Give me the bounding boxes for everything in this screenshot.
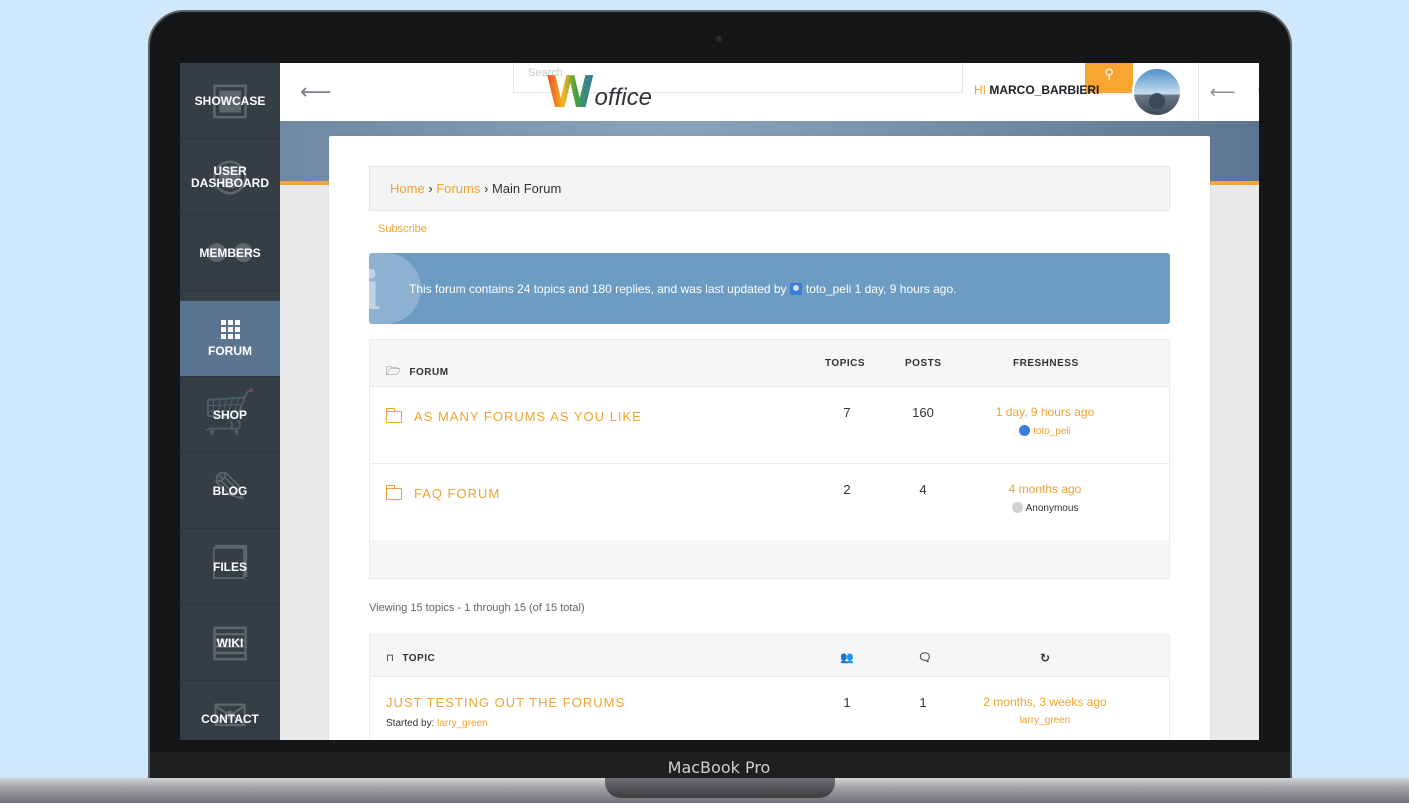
logo[interactable]: W office xyxy=(546,69,652,115)
user-greeting: HI MARCO_BARBIERI! xyxy=(974,83,1103,97)
user-icon xyxy=(1019,425,1031,436)
search-icon[interactable]: ⚲ xyxy=(1257,80,1259,105)
sidebar-item-wiki[interactable]: ▤ WIKI xyxy=(180,605,280,681)
freshness-user: Anonymous xyxy=(980,502,1110,514)
info-text-before: This forum contains 24 topics and 180 re… xyxy=(409,282,787,296)
voices-count: 1 xyxy=(843,695,851,710)
breadcrumb-home[interactable]: Home xyxy=(390,181,425,196)
avatar[interactable] xyxy=(1132,67,1182,117)
sidebar-item-user-dashboard[interactable]: ◉ USER DASHBOARD xyxy=(180,139,280,215)
breadcrumb-current: Main Forum xyxy=(491,181,562,196)
sidebar-item-label: SHOWCASE xyxy=(194,93,266,108)
forum-link[interactable]: FAQ FORUM xyxy=(385,484,500,501)
screen: ▣ SHOWCASE ◉ USER DASHBOARD ●● MEMBERS F… xyxy=(180,63,1259,740)
logo-letter: W xyxy=(546,67,595,118)
greeting-prefix: HI xyxy=(974,83,986,97)
table-row: AS MANY FORUMS AS YOU LIKE 7 160 1 day, … xyxy=(370,386,1169,463)
search-icon: ⚲ xyxy=(1104,66,1114,81)
posts-count: 160 xyxy=(912,405,934,420)
content-card: Home › Forums › Main Forum Subscribe i T… xyxy=(329,136,1210,740)
sidebar-item-label: FORUM xyxy=(208,344,252,358)
sidebar-item-label: FILES xyxy=(212,559,247,574)
topic-table: ⊓ TOPIC 👥 🗨 ↻ JUST TESTING OUT THE FORUMS… xyxy=(369,634,1170,740)
sidebar-item-label: BLOG xyxy=(212,483,248,498)
freshness: 2 months, 3 weeks ago larry_green xyxy=(970,695,1120,726)
breadcrumb-forums[interactable]: Forums xyxy=(436,181,480,196)
freshness-user[interactable]: larry_green xyxy=(970,715,1120,726)
topic-link[interactable]: JUST TESTING OUT THE FORUMS xyxy=(386,695,625,710)
sidebar-item-contact[interactable]: ✉ CONTACT xyxy=(180,681,280,740)
freshness-link[interactable]: 4 months ago xyxy=(1009,482,1082,496)
freshness-link[interactable]: 2 months, 3 weeks ago xyxy=(983,695,1106,709)
sidebar-item-showcase[interactable]: ▣ SHOWCASE xyxy=(180,63,280,139)
posts-header: POSTS xyxy=(905,358,942,369)
freshness-header: FRESHNESS xyxy=(1013,358,1079,369)
bookmark-icon: ⊓ xyxy=(386,653,395,664)
sidebar-item-label: CONTACT xyxy=(201,711,259,726)
freshness: 1 day, 9 hours ago toto_peli xyxy=(980,405,1110,437)
topics-header: TOPICS xyxy=(825,358,866,369)
sidebar-item-label: USER DASHBOARD xyxy=(191,163,269,190)
laptop-notch xyxy=(605,778,835,798)
topics-count: 7 xyxy=(843,405,851,420)
arrow-left-icon[interactable]: ⟵ xyxy=(1210,82,1236,103)
breadcrumb-separator: › xyxy=(428,181,433,196)
topics-count: 2 xyxy=(843,482,851,497)
folder-icon xyxy=(385,484,402,500)
posts-count: 4 xyxy=(919,482,927,497)
breadcrumb-separator: › xyxy=(483,181,489,196)
user-icon xyxy=(789,283,802,295)
sidebar-item-members[interactable]: ●● MEMBERS xyxy=(180,215,280,291)
sidebar-item-files[interactable]: ❐ FILES xyxy=(180,529,280,605)
greeting-suffix: ! xyxy=(1099,83,1103,97)
forum-title[interactable]: FAQ FORUM xyxy=(414,486,500,501)
freshness: 4 months ago Anonymous xyxy=(980,482,1110,514)
sidebar-item-shop[interactable]: 🛒 SHOP xyxy=(180,377,280,453)
sidebar-item-label: WIKI xyxy=(216,635,244,650)
table-row: FAQ FORUM 2 4 4 months ago Anonymous xyxy=(370,463,1169,540)
info-text-after: 1 day, 9 hours ago. xyxy=(854,282,957,296)
freshness-user[interactable]: toto_peli xyxy=(980,425,1110,437)
sidebar-item-label: SHOP xyxy=(212,407,247,422)
sidebar-item-label: MEMBERS xyxy=(199,245,261,260)
arrow-left-icon[interactable]: ⟵ xyxy=(300,79,332,105)
folder-icon xyxy=(385,407,402,423)
voices-icon: 👥 xyxy=(840,652,855,664)
forum-title[interactable]: AS MANY FORUMS AS YOU LIKE xyxy=(414,409,642,424)
forum-table: 🗁 FORUM TOPICS POSTS FRESHNESS AS MANY FO… xyxy=(369,339,1170,579)
username[interactable]: MARCO_BARBIERI xyxy=(989,83,1099,97)
info-text: This forum contains 24 topics and 180 re… xyxy=(409,282,956,296)
replies-icon: 🗨 xyxy=(918,652,933,664)
refresh-icon: ↻ xyxy=(1040,651,1051,665)
header-actions: ⟵ ⚲ ▬ ♢ xyxy=(1198,63,1259,121)
user-icon xyxy=(1011,502,1023,513)
table-row: JUST TESTING OUT THE FORUMS Started by: … xyxy=(370,676,1169,740)
freshness-link[interactable]: 1 day, 9 hours ago xyxy=(996,405,1095,419)
breadcrumb: Home › Forums › Main Forum xyxy=(369,166,1170,211)
sidebar: ▣ SHOWCASE ◉ USER DASHBOARD ●● MEMBERS F… xyxy=(180,63,280,740)
logo-text: office xyxy=(594,84,652,111)
sidebar-item-blog[interactable]: ✎ BLOG xyxy=(180,453,280,529)
forum-info-notice: i This forum contains 24 topics and 180 … xyxy=(369,253,1170,324)
camera-icon xyxy=(716,36,722,42)
topic-header: ⊓ TOPIC xyxy=(386,653,436,664)
subscribe-link[interactable]: Subscribe xyxy=(378,223,427,235)
info-user-link[interactable]: toto_peli xyxy=(806,282,851,296)
forum-link[interactable]: AS MANY FORUMS AS YOU LIKE xyxy=(385,407,642,424)
pagination-count: Viewing 15 topics - 1 through 15 (of 15 … xyxy=(369,602,585,614)
started-by: Started by: larry_green xyxy=(386,718,488,729)
top-bar: ⟵ Search ⚲ W office HI MARCO_BARBIERI! ⟵… xyxy=(280,63,1259,121)
posts-count: 1 xyxy=(919,695,927,710)
author-link[interactable]: larry_green xyxy=(437,718,488,729)
sidebar-item-forum[interactable]: FORUM xyxy=(180,301,280,377)
grid-icon xyxy=(220,320,240,339)
device-label: MacBook Pro xyxy=(667,758,771,777)
forum-header: 🗁 FORUM xyxy=(386,364,449,378)
folder-open-icon: 🗁 xyxy=(386,364,402,378)
